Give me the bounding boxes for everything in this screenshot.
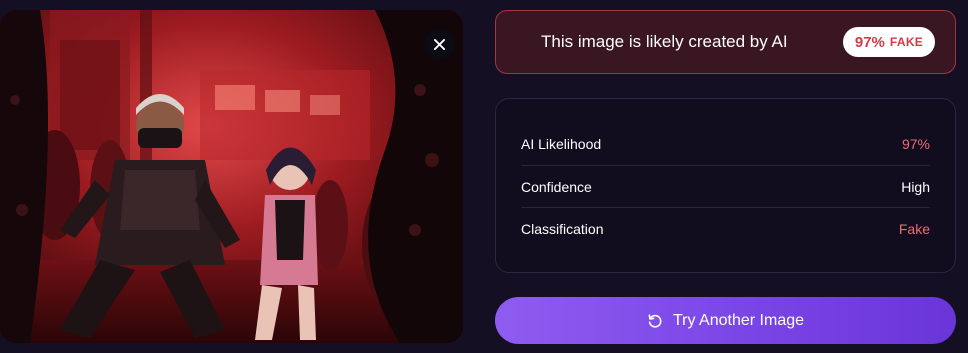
try-another-image-button[interactable]: Try Another Image	[495, 297, 956, 344]
stat-label: Classification	[521, 220, 604, 237]
stat-label: Confidence	[521, 178, 592, 195]
verdict-message: This image is likely created by AI	[541, 32, 788, 51]
uploaded-image-preview	[0, 10, 463, 343]
analysis-details-card: AI Likelihood 97% Confidence High Classi…	[495, 98, 956, 273]
try-another-image-label: Try Another Image	[672, 311, 805, 329]
verdict-percent: 97%	[854, 33, 885, 51]
stat-value: 97%	[901, 136, 930, 152]
stat-value: Fake	[898, 220, 930, 237]
stat-label: AI Likelihood	[521, 136, 602, 152]
stat-row-classification: Classification Fake	[521, 207, 930, 249]
verdict-badge: 97% FAKE	[843, 27, 935, 57]
stat-row-confidence: Confidence High	[521, 165, 930, 207]
stat-row-ai-likelihood: AI Likelihood 97%	[521, 123, 930, 165]
verdict-banner: This image is likely created by AI 97% F…	[495, 10, 956, 74]
close-image-button[interactable]	[424, 29, 455, 60]
refresh-icon	[647, 313, 663, 329]
analyzed-image	[0, 10, 463, 343]
verdict-label: FAKE	[889, 35, 924, 49]
close-icon	[434, 39, 445, 50]
result-view: This image is likely created by AI 97% F…	[0, 0, 968, 353]
stat-value: High	[901, 178, 930, 195]
